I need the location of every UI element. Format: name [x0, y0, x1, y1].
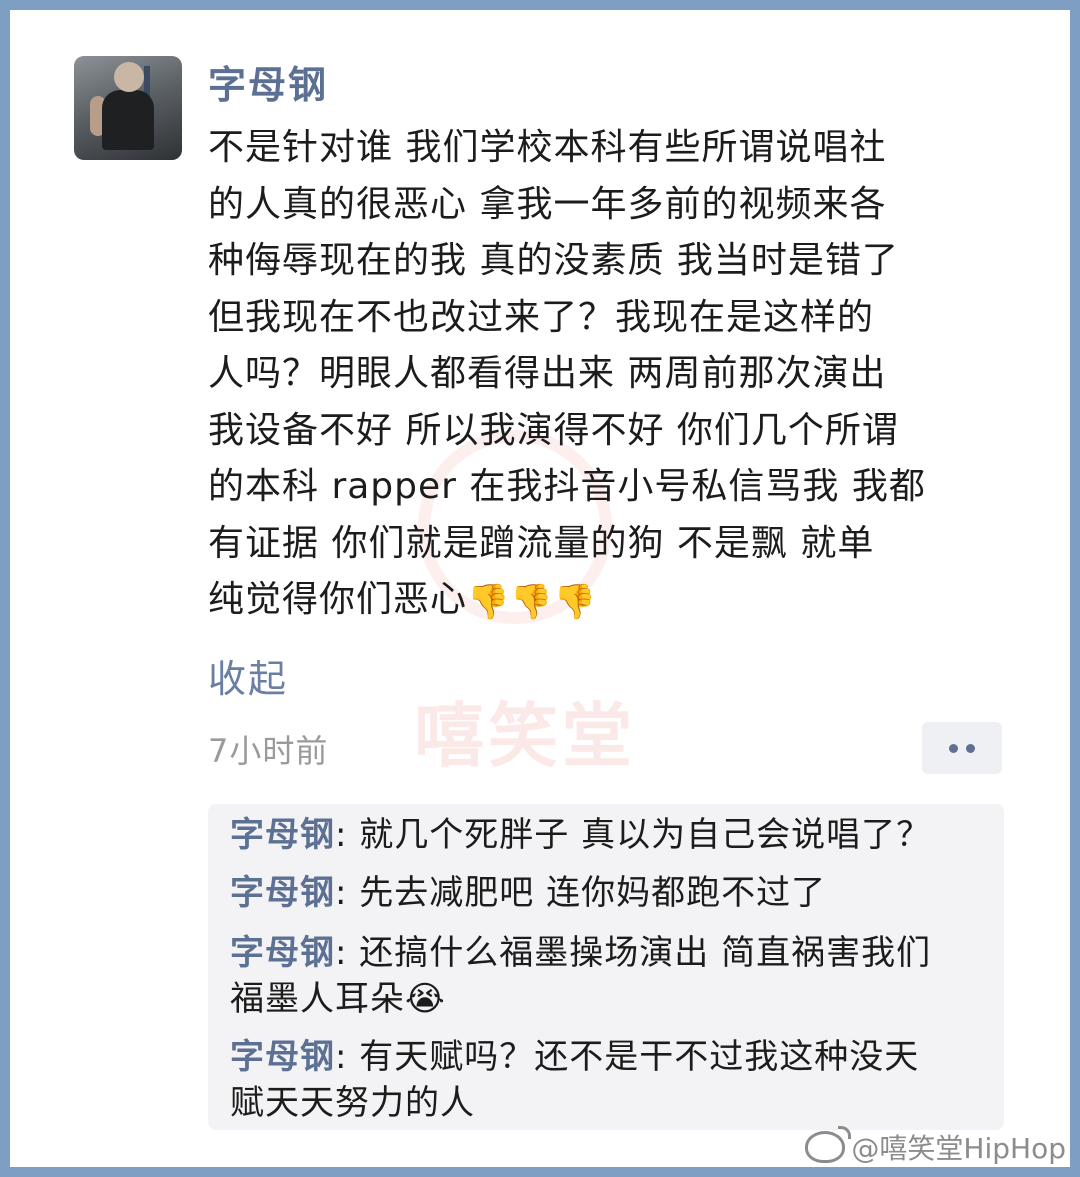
weibo-handle: @嘻笑堂HipHop	[851, 1132, 1066, 1165]
post-line: 的本科 rapper 在我抖音小号私信骂我 我都	[208, 466, 926, 507]
comment-text: 福墨人耳朵😭	[230, 979, 446, 1019]
comment-text: 赋天天努力的人	[230, 1083, 475, 1123]
comment-item[interactable]: 字母钢: 有天赋吗？还不是干不过我这种没天 赋天天努力的人	[230, 1034, 990, 1126]
collapse-link[interactable]: 收起	[208, 648, 288, 703]
comment-text: : 就几个死胖子 真以为自己会说唱了？	[335, 815, 932, 855]
more-options-button[interactable]	[922, 722, 1002, 774]
post-timestamp: 7小时前	[208, 732, 329, 770]
comment-text: : 还搞什么福墨操场演出 简直祸害我们	[335, 933, 932, 973]
post-line: 有证据 你们就是蹭流量的狗 不是飘 就单	[208, 522, 875, 564]
post-author-name[interactable]: 字母钢	[208, 54, 328, 109]
weibo-watermark: @嘻笑堂HipHop	[805, 1126, 1066, 1167]
post-line-last: 纯觉得你们恶心👎👎👎	[208, 572, 1008, 631]
post-line: 我设备不好 所以我演得不好 你们几个所谓	[208, 409, 899, 451]
comments-section: 字母钢: 就几个死胖子 真以为自己会说唱了？ 字母钢: 先去减肥吧 连你妈都跑不…	[208, 804, 1004, 1130]
post-line: 人吗？明眼人都看得出来 两周前那次演出	[208, 353, 887, 394]
thumbs-down-icon: 👎👎👎	[467, 582, 598, 622]
avatar[interactable]	[74, 56, 182, 160]
comment-text: : 先去减肥吧 连你妈都跑不过了	[335, 873, 827, 913]
comment-author[interactable]: 字母钢	[230, 1037, 335, 1077]
post-text: 不是针对谁 我们学校本科有些所谓说唱社 的人真的很恶心 拿我一年多前的视频来各 …	[208, 120, 1008, 631]
comment-item[interactable]: 字母钢: 就几个死胖子 真以为自己会说唱了？	[230, 812, 990, 858]
more-dots-icon	[966, 743, 975, 753]
comment-text: : 有天赋吗？还不是干不过我这种没天	[335, 1037, 920, 1077]
weibo-icon	[805, 1126, 852, 1163]
post-line-text: 纯觉得你们恶心	[208, 579, 468, 620]
comment-author[interactable]: 字母钢	[230, 873, 335, 913]
more-dots-icon	[949, 743, 958, 753]
watermark-text: 嘻笑堂	[414, 695, 636, 777]
post-line: 不是针对谁 我们学校本科有些所谓说唱社	[208, 127, 887, 168]
comment-item[interactable]: 字母钢: 先去减肥吧 连你妈都跑不过了	[230, 870, 990, 916]
post-line: 但我现在不也改过来了？我现在是这样的	[208, 296, 875, 338]
post-line: 的人真的很恶心 拿我一年多前的视频来各	[208, 183, 887, 225]
comment-item[interactable]: 字母钢: 还搞什么福墨操场演出 简直祸害我们 福墨人耳朵😭	[230, 930, 990, 1022]
comment-author[interactable]: 字母钢	[230, 815, 335, 855]
comment-author[interactable]: 字母钢	[230, 933, 335, 973]
post-line: 种侮辱现在的我 真的没素质 我当时是错了	[208, 240, 899, 281]
